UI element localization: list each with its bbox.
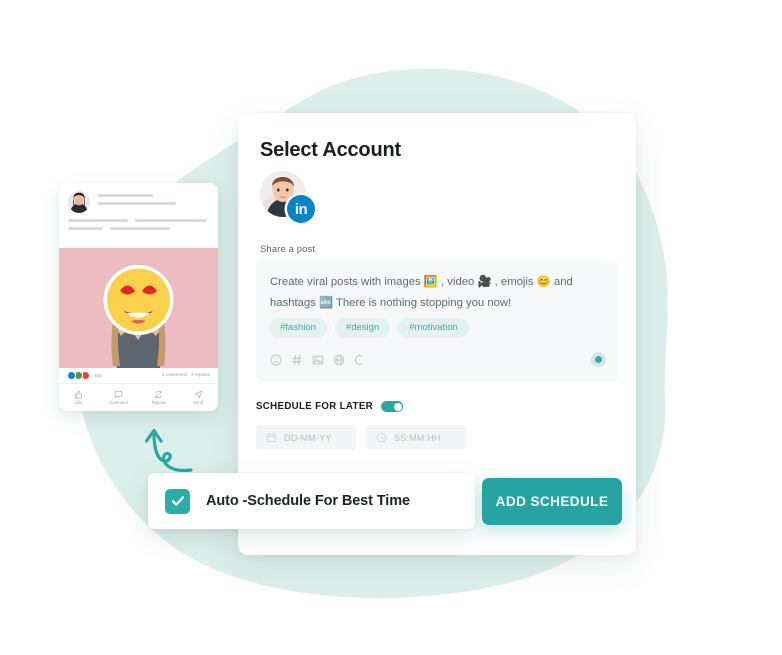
hashtag-chip-list: #fashion #design #motivation: [269, 318, 469, 338]
share-post-label: Share a post: [260, 244, 316, 255]
preview-stats: 466 4 comments · 3 reposts: [59, 368, 218, 383]
preview-action-bar: Like Comment Repost Send: [59, 383, 218, 410]
hashtag-icon[interactable]: [291, 354, 303, 366]
post-composer[interactable]: Create viral posts with images 🖼️ , vide…: [256, 260, 618, 382]
like-action[interactable]: Like: [59, 384, 99, 410]
auto-schedule-card[interactable]: Auto -Schedule For Best Time: [148, 473, 475, 529]
preview-image: [59, 248, 218, 368]
clock-icon: [376, 432, 387, 443]
reaction-group: 466: [67, 371, 102, 380]
preview-meta: 4 comments · 3 reposts: [162, 372, 210, 377]
hashtag-chip[interactable]: #fashion: [269, 318, 327, 338]
schedule-toggle[interactable]: [381, 401, 403, 412]
like-label: Like: [74, 399, 83, 405]
add-schedule-button[interactable]: ADD SCHEDULE: [482, 478, 622, 525]
calendar-icon: [266, 432, 277, 443]
schedule-for-later-label: SCHEDULE FOR LATER: [256, 401, 373, 412]
schedule-fields: DD-MM-YY SS:MM:HH: [256, 425, 466, 450]
repost-action[interactable]: Repost: [139, 384, 179, 410]
emoji-icon[interactable]: [270, 354, 282, 366]
reaction-count: 466: [94, 373, 102, 378]
schedule-for-later-row: SCHEDULE FOR LATER: [256, 401, 403, 412]
auto-schedule-checkbox[interactable]: [165, 488, 190, 514]
date-field[interactable]: DD-MM-YY: [256, 425, 356, 450]
visibility-dot: [595, 356, 602, 363]
curly-arrow-icon: [133, 421, 195, 476]
illustration-canvas: Select Account in Share a post Create vi…: [0, 0, 782, 655]
composer-line-2: hashtags 🔤 There is nothing stopping you…: [270, 297, 512, 309]
hashtag-chip[interactable]: #motivation: [398, 318, 469, 338]
time-placeholder: SS:MM:HH: [394, 432, 441, 443]
comment-label: Comment: [109, 399, 128, 405]
linkedin-badge: in: [287, 195, 315, 223]
link-icon[interactable]: [354, 354, 366, 366]
composer-toolbar: [270, 354, 366, 366]
composer-text: Create viral posts with images 🖼️ , vide…: [270, 272, 604, 314]
time-field[interactable]: SS:MM:HH: [366, 425, 466, 450]
send-label: Send: [193, 399, 204, 405]
globe-visibility-icon[interactable]: [591, 352, 606, 367]
date-placeholder: DD-MM-YY: [284, 432, 332, 443]
composer-line-1: Create viral posts with images 🖼️ , vide…: [270, 276, 573, 288]
repost-label: Repost: [151, 399, 166, 405]
post-preview-card: 466 4 comments · 3 reposts Like Comment: [59, 183, 218, 411]
globe-icon[interactable]: [333, 354, 345, 366]
page-title: Select Account: [260, 139, 401, 161]
comment-action[interactable]: Comment: [99, 384, 139, 410]
image-icon[interactable]: [312, 354, 324, 366]
account-selector[interactable]: in: [260, 171, 330, 231]
preview-avatar: [68, 191, 90, 213]
hashtag-chip[interactable]: #design: [334, 318, 391, 338]
reaction-icons: [67, 371, 91, 380]
preview-header: [59, 183, 218, 248]
auto-schedule-label: Auto -Schedule For Best Time: [206, 493, 410, 509]
send-action[interactable]: Send: [178, 384, 218, 410]
toggle-knob: [393, 402, 402, 411]
